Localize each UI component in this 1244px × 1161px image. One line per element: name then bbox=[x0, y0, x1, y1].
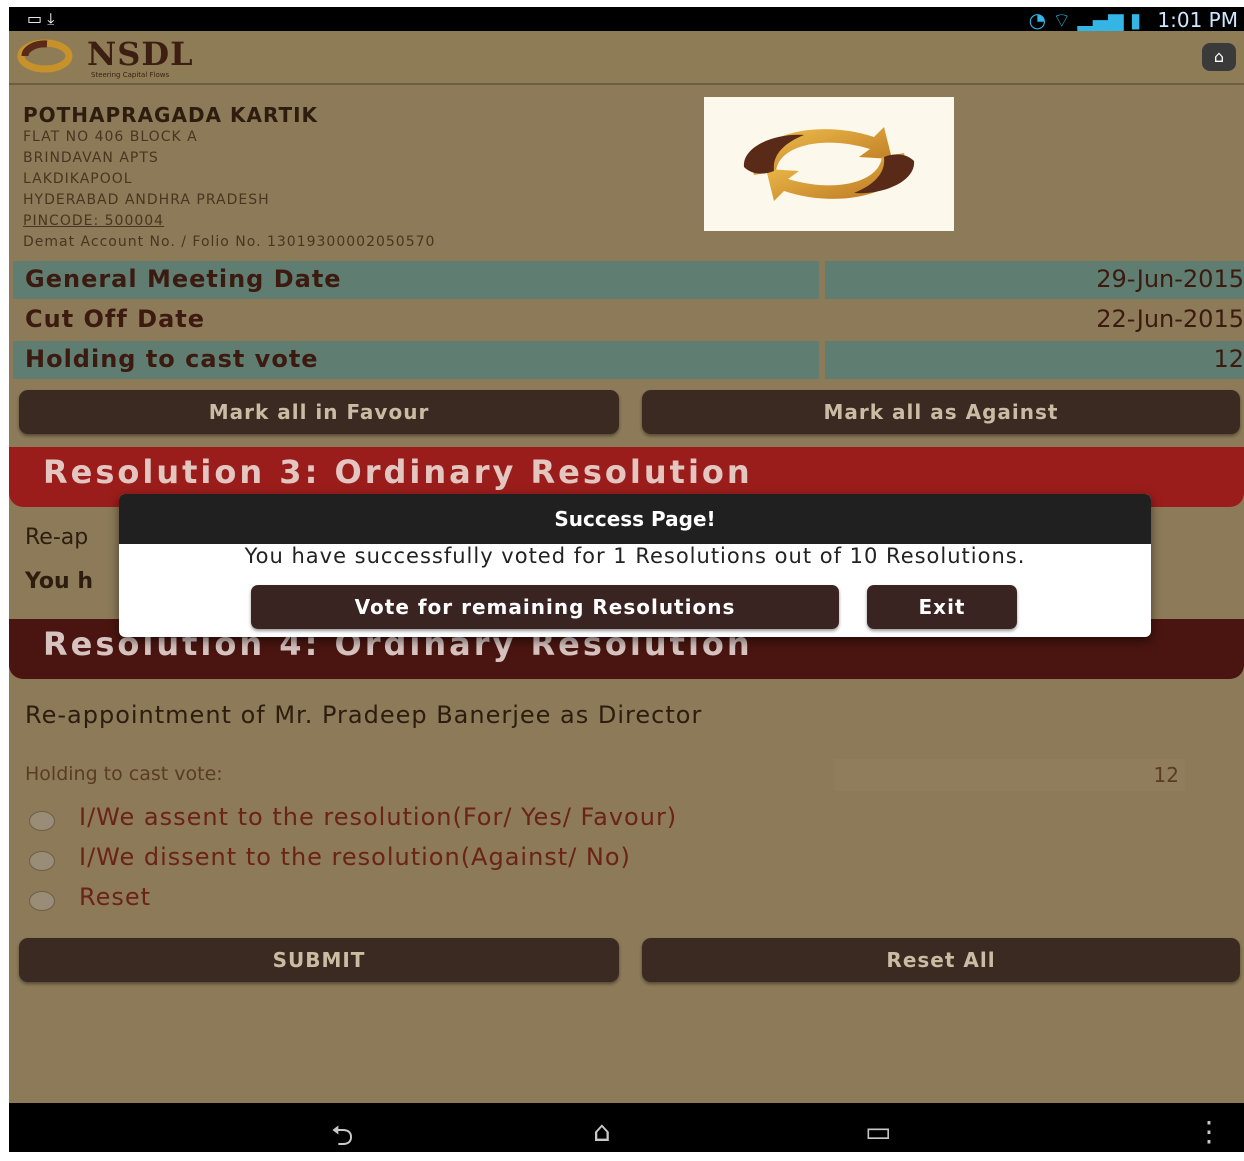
status-right: ◔ ⌔ ▂▄▆ ▮ 1:01 PM bbox=[1029, 8, 1238, 33]
holding-label: Holding to cast vote bbox=[25, 345, 319, 373]
clock: 1:01 PM bbox=[1157, 8, 1238, 32]
general-meeting-label: General Meeting Date bbox=[25, 265, 342, 293]
back-icon[interactable]: ⮌ bbox=[331, 1115, 353, 1152]
option-dissent-label: I/We dissent to the resolution(Against/ … bbox=[79, 843, 631, 871]
radio-button[interactable] bbox=[29, 851, 55, 871]
radio-button[interactable] bbox=[29, 811, 55, 831]
option-reset-label: Reset bbox=[79, 883, 152, 911]
resolution-4-description: Re-appointment of Mr. Pradeep Banerjee a… bbox=[25, 701, 703, 729]
app-screen: ▭ ⤓ ◔ ⌔ ▂▄▆ ▮ 1:01 PM NSDL Steering Capi… bbox=[9, 7, 1244, 1152]
address-line: HYDERABAD ANDHRA PRADESH bbox=[23, 192, 270, 208]
dialog-title: Success Page! bbox=[119, 494, 1151, 544]
company-logo-icon bbox=[743, 127, 915, 201]
overflow-menu-icon[interactable]: ⋮ bbox=[1195, 1115, 1223, 1148]
shareholder-info: POTHAPRAGADA KARTIK FLAT NO 406 BLOCK A … bbox=[23, 103, 435, 253]
mark-all-favour-button[interactable]: Mark all in Favour bbox=[19, 390, 619, 434]
success-dialog: Success Page! You have successfully vote… bbox=[119, 494, 1151, 637]
home-nav-icon[interactable]: ⌂ bbox=[593, 1115, 611, 1148]
exit-button[interactable]: Exit bbox=[867, 585, 1017, 629]
reset-all-button[interactable]: Reset All bbox=[642, 938, 1240, 982]
resolution-4-holding-label: Holding to cast vote: bbox=[25, 763, 223, 785]
holding-row: Holding to cast vote 12 bbox=[13, 341, 1244, 379]
app-header: NSDL Steering Capital Flows ⌂ bbox=[9, 31, 1244, 85]
vote-remaining-button[interactable]: Vote for remaining Resolutions bbox=[251, 585, 839, 629]
cutoff-row: Cut Off Date 22-Jun-2015 bbox=[13, 301, 1244, 339]
account-number: Demat Account No. / Folio No. 1301930000… bbox=[23, 234, 436, 250]
cutoff-value: 22-Jun-2015 bbox=[1096, 305, 1244, 333]
address-line: LAKDIKAPOOL bbox=[23, 171, 133, 187]
resolution-3-description: Re-ap bbox=[25, 525, 89, 550]
notification-icons: ▭ ⤓ bbox=[27, 9, 55, 28]
holding-value: 12 bbox=[1213, 345, 1244, 373]
signal-icon: ◔ ⌔ ▂▄▆ ▮ bbox=[1028, 8, 1142, 32]
resolution-3-voted-note: You h bbox=[25, 569, 94, 594]
option-assent-label: I/We assent to the resolution(For/ Yes/ … bbox=[79, 803, 678, 831]
shareholder-name: POTHAPRAGADA KARTIK bbox=[23, 103, 319, 127]
general-meeting-value: 29-Jun-2015 bbox=[1096, 265, 1244, 293]
recent-apps-icon[interactable]: ▭ bbox=[865, 1115, 891, 1148]
system-nav-bar: ⮌ ⌂ ▭ ⋮ bbox=[9, 1103, 1244, 1152]
resolution-4-holding-value: 12 bbox=[835, 759, 1185, 791]
nsdl-logo-icon bbox=[17, 39, 73, 73]
pincode: PINCODE: 500004 bbox=[23, 213, 165, 229]
radio-button[interactable] bbox=[29, 891, 55, 911]
address-line: FLAT NO 406 BLOCK A bbox=[23, 129, 198, 145]
home-button[interactable]: ⌂ bbox=[1202, 43, 1236, 71]
general-meeting-row: General Meeting Date 29-Jun-2015 bbox=[13, 261, 1244, 299]
brand-name: NSDL bbox=[87, 35, 194, 73]
cutoff-label: Cut Off Date bbox=[25, 305, 206, 333]
brand-tagline: Steering Capital Flows bbox=[91, 71, 170, 79]
status-bar: ▭ ⤓ ◔ ⌔ ▂▄▆ ▮ 1:01 PM bbox=[9, 7, 1244, 33]
home-icon: ⌂ bbox=[1213, 47, 1225, 66]
submit-button[interactable]: SUBMIT bbox=[19, 938, 619, 982]
company-logo bbox=[704, 97, 954, 231]
dialog-message: You have successfully voted for 1 Resolu… bbox=[244, 544, 1026, 568]
address-line: BRINDAVAN APTS bbox=[23, 150, 159, 166]
mark-all-against-button[interactable]: Mark all as Against bbox=[642, 390, 1240, 434]
resolution-3-title: Resolution 3: Ordinary Resolution bbox=[43, 453, 753, 491]
